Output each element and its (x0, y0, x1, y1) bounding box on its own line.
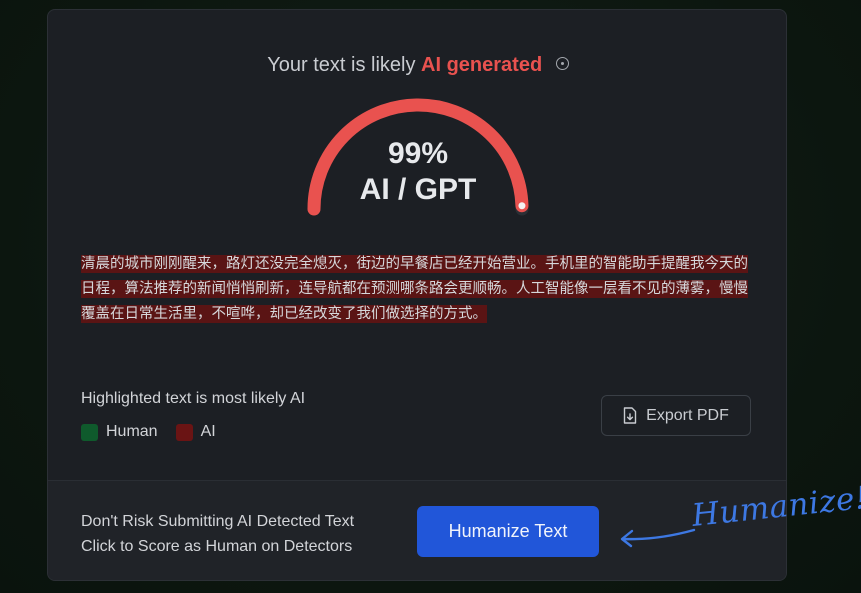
highlight-legend: Human AI (81, 423, 234, 441)
footer-line-1: Don't Risk Submitting AI Detected Text (81, 513, 355, 530)
ai-swatch (175, 423, 193, 441)
legend-item-ai: AI (175, 423, 216, 441)
export-pdf-label: Export PDF (646, 406, 729, 424)
result-verdict: AI generated (421, 54, 543, 76)
score-model-label: AI / GPT (359, 173, 477, 206)
human-swatch (81, 423, 98, 441)
legend-human-label: Human (106, 423, 158, 440)
export-pdf-button[interactable]: Export PDF (601, 395, 751, 436)
score-percent: 99% (387, 137, 449, 170)
legend-item-human: Human (81, 423, 158, 441)
file-download-icon (623, 407, 637, 424)
info-icon[interactable] (555, 57, 569, 70)
legend-ai-label: AI (200, 423, 216, 440)
result-headline: Your text is likely AI generated (48, 54, 786, 77)
page: Your text is likely AI generated 99% AI … (0, 0, 861, 593)
detector-result-card: Your text is likely AI generated 99% AI … (47, 9, 787, 581)
arrow-left-icon (620, 528, 696, 548)
result-prefix: Your text is likely (267, 54, 416, 76)
humanize-text-button[interactable]: Humanize Text (417, 506, 599, 557)
analyzed-text: 清晨的城市刚刚醒来，路灯还没完全熄灭，街边的早餐店已经开始营业。手机里的智能助手… (81, 252, 751, 327)
ai-highlighted-text: 清晨的城市刚刚醒来，路灯还没完全熄灭，街边的早餐店已经开始营业。手机里的智能助手… (81, 255, 748, 323)
legend-title: Highlighted text is most likely AI (81, 390, 306, 407)
footer-line-2: Click to Score as Human on Detectors (81, 538, 353, 555)
footer-message: Don't Risk Submitting AI Detected Text C… (81, 509, 354, 559)
